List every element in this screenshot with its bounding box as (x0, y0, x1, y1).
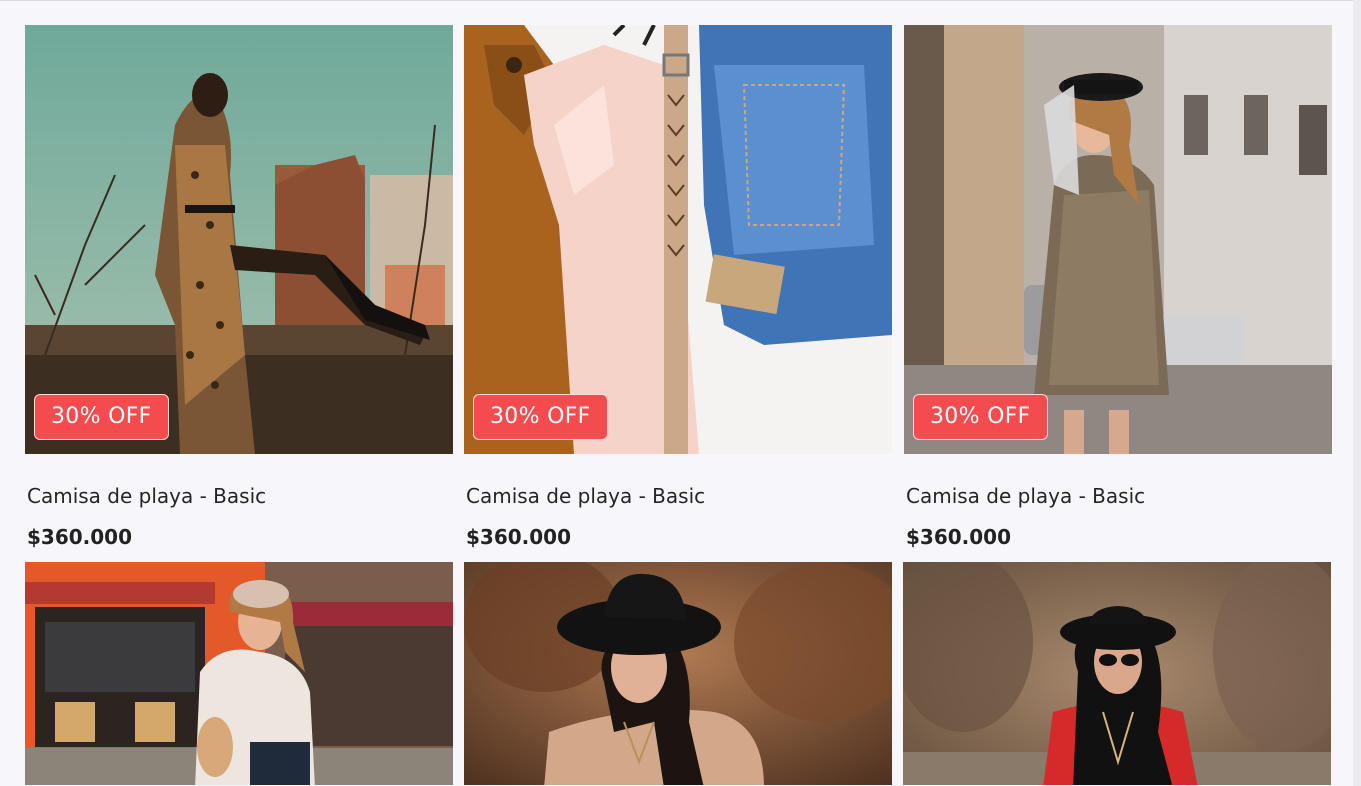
product-grid: 30% OFF Camisa de playa - Basic $360.000 (0, 0, 1354, 785)
product-name[interactable]: Camisa de playa - Basic (906, 484, 1145, 508)
product-image[interactable] (464, 562, 892, 785)
product-price: $360.000 (466, 525, 572, 549)
product-name[interactable]: Camisa de playa - Basic (27, 484, 266, 508)
product-image[interactable]: 30% OFF (464, 25, 892, 454)
discount-badge: 30% OFF (913, 394, 1048, 440)
product-image[interactable] (903, 562, 1331, 785)
discount-badge: 30% OFF (473, 394, 608, 440)
product-price: $360.000 (906, 525, 1012, 549)
product-image[interactable]: 30% OFF (25, 25, 453, 454)
product-image[interactable]: 30% OFF (904, 25, 1332, 454)
scrollbar[interactable] (1353, 0, 1361, 786)
product-image[interactable] (25, 562, 453, 785)
product-name[interactable]: Camisa de playa - Basic (466, 484, 705, 508)
product-price: $360.000 (27, 525, 133, 549)
discount-badge: 30% OFF (34, 394, 169, 440)
